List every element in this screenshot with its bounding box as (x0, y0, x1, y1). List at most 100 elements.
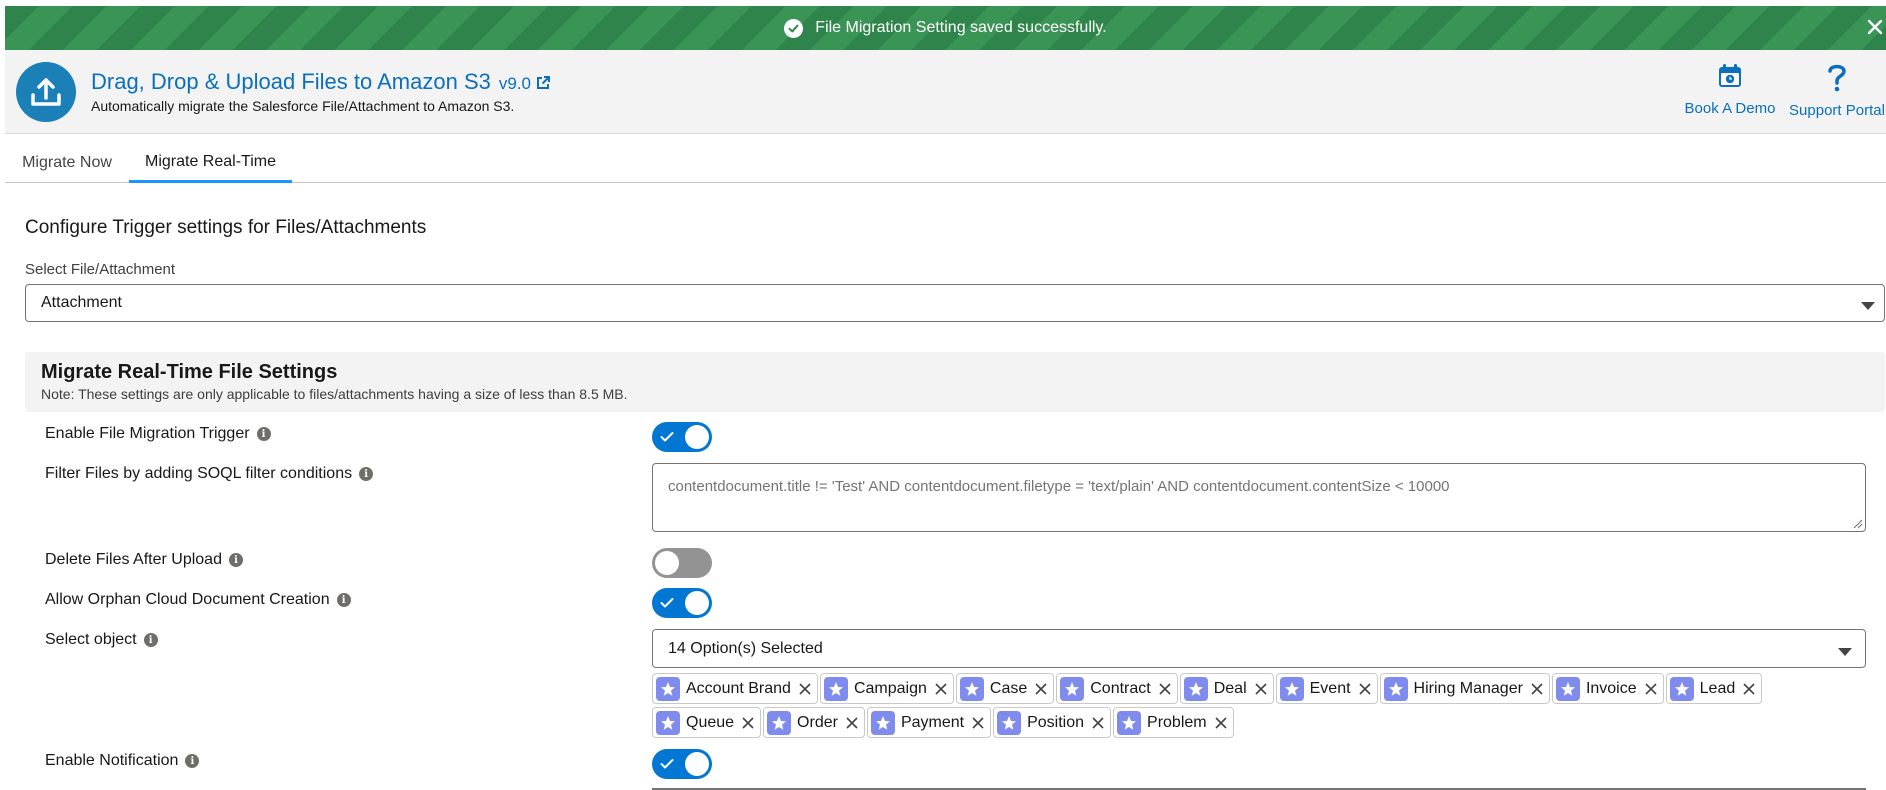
pill-event[interactable]: Event (1275, 673, 1378, 704)
tab-migrate-now[interactable]: Migrate Now (5, 143, 129, 183)
pill-queue[interactable]: Queue (652, 707, 762, 738)
info-icon[interactable]: i (228, 553, 243, 567)
allow-orphan-label: Allow Orphan Cloud Document Creation i (45, 591, 351, 609)
pill-order[interactable]: Order (763, 707, 865, 738)
object-multiselect[interactable]: 14 Option(s) Selected (652, 629, 1866, 668)
enable-trigger-text: Enable File Migration Trigger (45, 425, 250, 442)
remove-icon[interactable] (846, 716, 858, 729)
check-icon (660, 432, 674, 442)
allow-orphan-toggle[interactable] (652, 588, 712, 618)
pill-row: Account Brand Campaign Case Contract Dea… (652, 673, 1886, 704)
remove-icon[interactable] (742, 716, 754, 729)
star-icon (823, 676, 848, 701)
check-icon (660, 759, 674, 769)
remove-icon[interactable] (972, 716, 984, 729)
remove-icon[interactable] (1743, 682, 1755, 695)
info-icon[interactable]: i (185, 754, 200, 768)
info-icon[interactable]: i (336, 593, 351, 607)
star-icon (656, 676, 680, 701)
pill-label: Order (797, 713, 838, 731)
pill-label: Position (1027, 713, 1085, 731)
allow-orphan-text: Allow Orphan Cloud Document Creation (45, 591, 330, 608)
pill-position[interactable]: Position (993, 707, 1112, 738)
enable-trigger-toggle[interactable] (652, 422, 712, 452)
remove-icon[interactable] (935, 682, 947, 695)
support-portal-label: Support Portal (1789, 102, 1885, 119)
upload-icon (16, 62, 76, 122)
pill-payment[interactable]: Payment (866, 707, 992, 738)
pill-label: Invoice (1585, 679, 1637, 697)
app-header: Drag, Drop & Upload Files to Amazon S3 v9… (5, 50, 1886, 134)
remove-icon[interactable] (1092, 716, 1104, 729)
remove-icon[interactable] (1531, 682, 1543, 695)
enable-trigger-label: Enable File Migration Trigger i (45, 425, 271, 443)
pill-label: Campaign (853, 679, 927, 697)
toggle-knob (685, 752, 709, 776)
calendar-icon (1716, 62, 1744, 94)
remove-icon[interactable] (1035, 682, 1047, 695)
toggle-knob (655, 551, 679, 575)
file-type-select-value: Attachment (41, 294, 122, 311)
star-icon (870, 710, 895, 735)
pill-hiring-manager[interactable]: Hiring Manager (1379, 673, 1550, 704)
delete-files-toggle[interactable] (652, 548, 712, 578)
pill-invoice[interactable]: Invoice (1551, 673, 1664, 704)
tab-migrate-real-time[interactable]: Migrate Real-Time (129, 143, 292, 183)
pill-label: Hiring Manager (1413, 679, 1523, 697)
enable-notification-toggle[interactable] (652, 749, 712, 779)
book-demo-label: Book A Demo (1684, 100, 1776, 117)
object-multiselect-summary: 14 Option(s) Selected (668, 639, 823, 657)
enable-notification-text: Enable Notification (45, 752, 179, 769)
pill-label: Contract (1090, 679, 1151, 697)
filter-soql-label: Filter Files by adding SOQL filter condi… (45, 465, 374, 483)
star-icon (1555, 676, 1580, 701)
info-icon[interactable]: i (256, 427, 271, 441)
remove-icon[interactable] (799, 682, 811, 695)
soql-filter-textarea[interactable]: contentdocument.title != 'Test' AND cont… (652, 463, 1866, 532)
info-icon[interactable]: i (359, 467, 374, 481)
app-subtitle: Automatically migrate the Salesforce Fil… (91, 98, 515, 114)
pill-label: Event (1309, 679, 1351, 697)
book-demo-button[interactable]: Book A Demo (1675, 62, 1785, 117)
close-icon[interactable] (1864, 16, 1886, 38)
pill-lead[interactable]: Lead (1665, 673, 1763, 704)
app-version: v9.0 (498, 74, 531, 93)
enable-notification-label: Enable Notification i (45, 752, 200, 770)
success-toast: File Migration Setting saved successfull… (5, 6, 1886, 50)
resize-handle-icon[interactable] (1853, 519, 1863, 529)
tab-bar: Migrate Now Migrate Real-Time (5, 143, 1886, 183)
pill-campaign[interactable]: Campaign (819, 673, 954, 704)
pill-label: Queue (686, 713, 735, 731)
star-icon (1060, 676, 1085, 701)
pill-case[interactable]: Case (955, 673, 1055, 704)
remove-icon[interactable] (1159, 682, 1171, 695)
page: File Migration Setting saved successfull… (0, 0, 1886, 790)
toggle-knob (685, 591, 709, 615)
pill-deal[interactable]: Deal (1179, 673, 1274, 704)
remove-icon[interactable] (1215, 716, 1227, 729)
select-object-label: Select object i (45, 631, 158, 649)
remove-icon[interactable] (1358, 682, 1371, 695)
filter-soql-text: Filter Files by adding SOQL filter condi… (45, 465, 353, 482)
remove-icon[interactable] (1255, 682, 1267, 695)
section-heading: Configure Trigger settings for Files/Att… (25, 217, 427, 238)
pill-account-brand[interactable]: Account Brand (652, 673, 818, 704)
toast-message: File Migration Setting saved successfull… (815, 19, 1107, 36)
pill-label: Problem (1147, 713, 1207, 731)
chevron-down-icon (1837, 644, 1853, 662)
external-link-icon[interactable] (535, 71, 551, 97)
select-file-label: Select File/Attachment (25, 261, 176, 278)
pill-problem[interactable]: Problem (1113, 707, 1234, 738)
support-portal-button[interactable]: Support Portal (1787, 62, 1886, 119)
remove-icon[interactable] (1645, 682, 1657, 695)
star-icon (1279, 676, 1304, 701)
info-icon[interactable]: i (143, 633, 158, 647)
file-type-select[interactable]: Attachment (25, 284, 1885, 322)
settings-header: Migrate Real-Time File Settings Note: Th… (25, 352, 1885, 412)
question-icon (1823, 62, 1851, 96)
pill-label: Account Brand (686, 679, 791, 697)
star-icon (959, 676, 984, 701)
star-icon (767, 710, 792, 735)
pill-contract[interactable]: Contract (1056, 673, 1178, 704)
check-icon (660, 598, 674, 608)
